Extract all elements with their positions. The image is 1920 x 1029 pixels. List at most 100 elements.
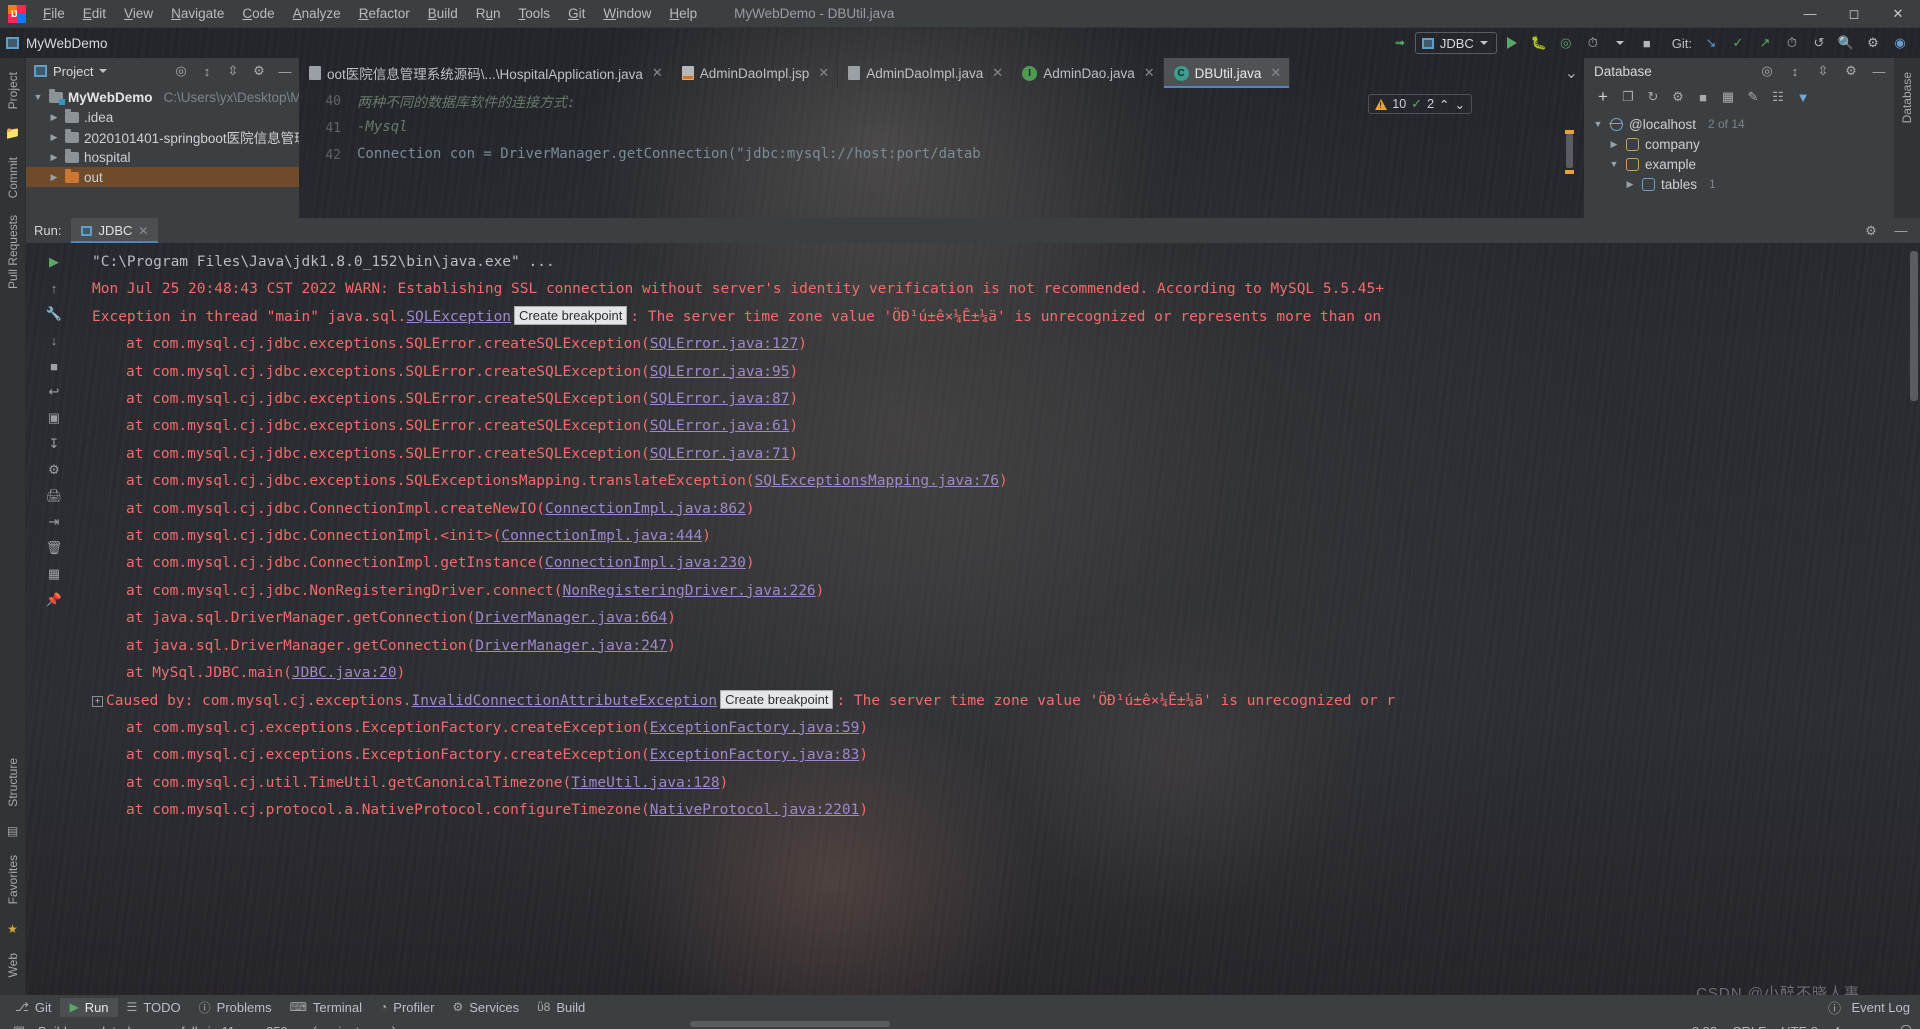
stack-frame-link[interactable]: NativeProtocol.java:2201	[650, 802, 860, 818]
chevron-right-icon[interactable]: ▶	[1624, 179, 1636, 190]
exception-link[interactable]: SQLException	[406, 309, 511, 325]
sidebar-tab-web[interactable]: Web	[3, 945, 23, 985]
chevron-down-icon[interactable]: ▼	[32, 92, 44, 102]
menu-item-git[interactable]: Git	[559, 2, 594, 25]
menu-item-view[interactable]: View	[115, 2, 162, 25]
close-icon[interactable]: ✕	[1144, 65, 1155, 81]
profiler-icon[interactable]: ⏱	[1581, 32, 1605, 54]
refresh-icon[interactable]: ↻	[1642, 87, 1664, 107]
stack-frame-link[interactable]: ConnectionImpl.java:862	[545, 501, 746, 517]
editor-tab[interactable]: oot医院信息管理系统源码\...\HospitalApplication.ja…	[299, 58, 672, 88]
add-datasource-icon[interactable]: +	[1592, 87, 1614, 107]
close-icon[interactable]: ✕	[138, 224, 148, 238]
menu-item-edit[interactable]: Edit	[74, 2, 115, 25]
hide-panel-icon[interactable]: —	[1890, 221, 1912, 241]
settings-gear-icon[interactable]: ⚙	[1861, 32, 1885, 54]
database-settings-icon[interactable]: ⚙	[1840, 61, 1862, 81]
minimize-button[interactable]: —	[1788, 0, 1832, 28]
bottom-tab-build[interactable]: ὒ8 Build	[528, 998, 594, 1017]
menu-item-code[interactable]: Code	[233, 2, 283, 25]
stack-frame-link[interactable]: DriverManager.java:664	[475, 610, 667, 626]
close-icon[interactable]: ✕	[1270, 65, 1281, 81]
duplicate-icon[interactable]: ❐	[1617, 87, 1639, 107]
bottom-tab-profiler[interactable]: ◔ Profiler	[371, 998, 443, 1017]
run-settings-icon[interactable]: ⚙	[1860, 221, 1882, 241]
chevron-down-icon[interactable]: ▼	[1592, 119, 1604, 129]
filter-icon[interactable]: ▼	[1792, 87, 1814, 107]
back-arrow-icon[interactable]: ➟	[1388, 32, 1412, 54]
code-editor-preview[interactable]: 40 41 42 两种不同的数据库软件的连接方式: -Mysql Connect…	[299, 88, 1584, 176]
database-tree-item[interactable]: ▶ tables 1	[1584, 174, 1894, 194]
console-icon[interactable]: ☷	[1767, 87, 1789, 107]
sidebar-tab-pull-requests[interactable]: Pull Requests	[3, 207, 23, 297]
account-icon[interactable]: ◉	[1888, 32, 1912, 54]
history-icon[interactable]: ⏱	[1780, 32, 1804, 54]
trash-icon[interactable]: 🗑	[43, 537, 65, 559]
database-tree-item[interactable]: ▼ @localhost 2 of 14	[1584, 114, 1894, 134]
stack-frame-link[interactable]: DriverManager.java:247	[475, 638, 667, 654]
stack-frame-link[interactable]: SQLError.java:87	[650, 391, 790, 407]
create-breakpoint-badge[interactable]: Create breakpoint	[720, 689, 834, 709]
stack-frame-link[interactable]: JDBC.java:20	[292, 665, 397, 681]
hide-panel-icon[interactable]: —	[275, 61, 295, 81]
editor-marker-bar[interactable]	[1564, 88, 1576, 176]
bottom-tab-todo[interactable]: ☰ TODO	[118, 998, 190, 1017]
line-separator[interactable]: CRLF	[1732, 1024, 1766, 1029]
close-icon[interactable]: ✕	[818, 65, 829, 81]
chevron-right-icon[interactable]: ▶	[48, 112, 60, 123]
menu-item-build[interactable]: Build	[419, 2, 467, 25]
caret-position[interactable]: 8:82	[1692, 1024, 1717, 1029]
table-editor-icon[interactable]: ▦	[1717, 87, 1739, 107]
select-opened-file-icon[interactable]: ◎	[171, 61, 191, 81]
editor-tab[interactable]: AdminDaoImpl.java ✕	[838, 58, 1013, 88]
profiler-chevron-icon[interactable]	[1608, 32, 1632, 54]
stack-frame-link[interactable]: SQLError.java:71	[650, 446, 790, 462]
horizontal-scrollbar[interactable]	[690, 1021, 890, 1027]
rerun-icon[interactable]: ▶	[43, 251, 65, 273]
tab-list-chevron-icon[interactable]: ⌄	[1559, 58, 1584, 88]
chevron-right-icon[interactable]: ▶	[48, 152, 60, 163]
indent-setting[interactable]: 4 spaces	[1833, 1024, 1885, 1029]
project-tree-item[interactable]: ▶ .idea	[26, 107, 299, 127]
debug-icon[interactable]: 🐛	[1527, 32, 1551, 54]
stack-frame-link[interactable]: SQLExceptionsMapping.java:76	[755, 473, 999, 489]
scroll-up-icon[interactable]: ↑	[43, 277, 65, 299]
file-encoding[interactable]: UTF-8	[1781, 1024, 1818, 1029]
run-configuration-selector[interactable]: JDBC	[1414, 32, 1497, 54]
menu-item-analyze[interactable]: Analyze	[284, 2, 350, 25]
sidebar-tab-commit[interactable]: Commit	[3, 149, 23, 206]
commit-icon[interactable]: ✓	[1726, 32, 1750, 54]
menu-item-tools[interactable]: Tools	[510, 2, 560, 25]
run-icon[interactable]	[1500, 32, 1524, 54]
console-output[interactable]: "C:\Program Files\Java\jdk1.8.0_152\bin\…	[82, 243, 1920, 995]
create-breakpoint-badge[interactable]: Create breakpoint	[514, 305, 628, 325]
stop-icon[interactable]: ■	[1635, 32, 1659, 54]
scroll-down-icon[interactable]: ↓	[43, 329, 65, 351]
inspection-widget[interactable]: 10 ✓ 2 ⌃ ⌄	[1368, 94, 1472, 114]
chevron-down-icon[interactable]	[99, 69, 108, 73]
soft-wrap-icon[interactable]: ↩	[43, 381, 65, 403]
stack-frame-link[interactable]: NonRegisteringDriver.java:226	[563, 583, 816, 599]
menu-item-navigate[interactable]: Navigate	[162, 2, 233, 25]
push-icon[interactable]: ↗	[1753, 32, 1777, 54]
menu-item-run[interactable]: Run	[467, 2, 510, 25]
menu-item-refactor[interactable]: Refactor	[350, 2, 419, 25]
stop-icon[interactable]: ■	[43, 355, 65, 377]
select-in-database-icon[interactable]: ◎	[1756, 61, 1778, 81]
layout-icon[interactable]: ▦	[43, 563, 65, 585]
collapse-all-icon[interactable]: ⇳	[1812, 61, 1834, 81]
maximize-button[interactable]: ◻	[1832, 0, 1876, 28]
bottom-tab-terminal[interactable]: ⌨ Terminal	[281, 998, 371, 1017]
expand-all-icon[interactable]: ↕	[197, 61, 217, 81]
close-icon[interactable]: ✕	[652, 65, 663, 81]
sidebar-tab-favorites[interactable]: Favorites	[3, 847, 23, 912]
editor-tab[interactable]: AdminDaoImpl.jsp ✕	[672, 58, 839, 88]
collapse-all-icon[interactable]: ⇳	[223, 61, 243, 81]
close-icon[interactable]: ✕	[992, 65, 1003, 81]
stack-frame-link[interactable]: SQLError.java:95	[650, 364, 790, 380]
sync-icon[interactable]: ⚙	[1667, 87, 1689, 107]
wrench-icon[interactable]: 🔧	[43, 303, 65, 325]
bottom-tab-services[interactable]: ⚙ Services	[443, 998, 528, 1017]
close-button[interactable]: ✕	[1876, 0, 1920, 28]
camera-icon[interactable]: ▣	[43, 407, 65, 429]
